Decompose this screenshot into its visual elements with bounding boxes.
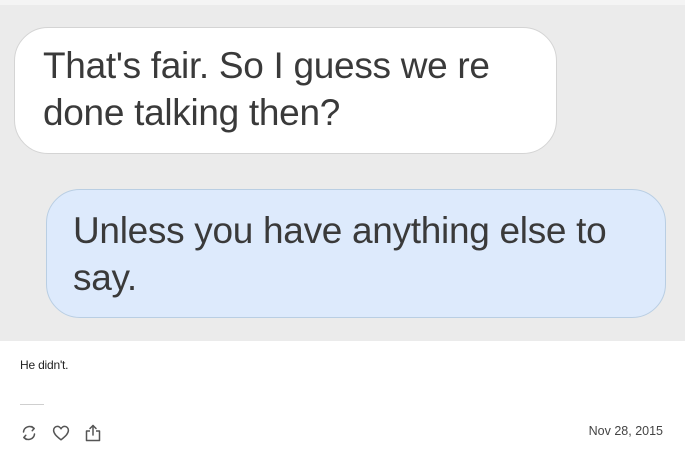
divider	[20, 404, 44, 405]
share-icon	[85, 424, 101, 442]
received-message-bubble: That's fair. So I guess we re done talki…	[14, 27, 557, 154]
heart-icon	[52, 425, 70, 441]
post-date[interactable]: Nov 28, 2015	[589, 424, 663, 438]
share-button[interactable]	[82, 423, 104, 443]
like-button[interactable]	[50, 423, 72, 443]
reblog-button[interactable]	[18, 423, 40, 443]
reblog-icon	[22, 425, 36, 441]
post-actions	[18, 423, 104, 443]
post-card: That's fair. So I guess we re done talki…	[0, 0, 685, 449]
sent-message-bubble: Unless you have anything else to say.	[46, 189, 666, 318]
post-caption: He didn't.	[20, 358, 69, 372]
message-screenshot-image: That's fair. So I guess we re done talki…	[0, 5, 685, 341]
